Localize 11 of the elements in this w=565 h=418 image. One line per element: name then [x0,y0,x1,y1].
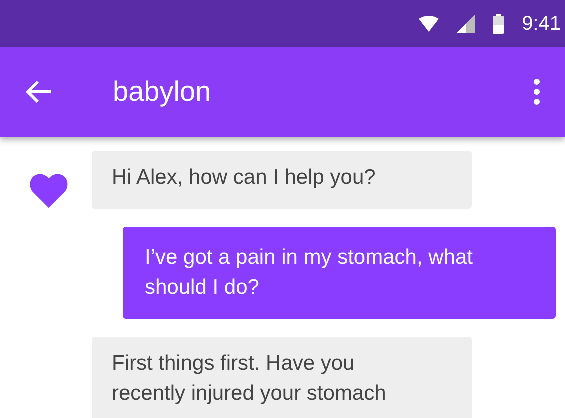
back-arrow-icon [25,80,53,104]
signal-icon [457,14,476,32]
status-time: 9:41 [522,12,561,36]
message-text: First things first. Have you recently injured your stomach [112,351,388,407]
wifi-icon [419,16,440,32]
message-text: I’ve got a pain in my stomach, what should I do? [145,245,474,301]
heart-icon [28,171,70,209]
more-vertical-icon [534,79,540,105]
battery-icon [493,14,504,34]
message-text: Hi Alex, how can I help you? [112,165,377,191]
app-title: babylon [113,75,212,109]
